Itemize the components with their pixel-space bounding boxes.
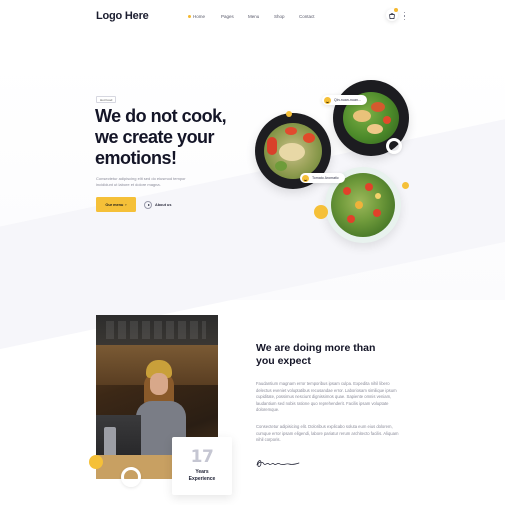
landing-page: Logo Here Home Pages Menu Shop Contact H… <box>0 0 505 505</box>
nav-pages-label: Pages <box>221 14 234 19</box>
about-title-line-2: you expect <box>256 354 311 367</box>
nav-item-menu[interactable]: Menu <box>248 14 259 19</box>
more-vertical-icon[interactable] <box>403 12 406 20</box>
site-header: Logo Here Home Pages Menu Shop Contact <box>0 0 505 34</box>
dish-label-bottom[interactable]: Tomato Aromatic <box>300 173 345 183</box>
hero-tag: Hot Food <box>96 96 117 103</box>
nav-home-label: Home <box>193 14 206 19</box>
cart-button[interactable] <box>386 8 398 21</box>
play-icon <box>144 200 152 209</box>
nav-item-shop[interactable]: Shop <box>274 14 285 19</box>
active-dot-icon <box>188 15 191 18</box>
nav-item-home[interactable]: Home <box>188 14 205 19</box>
experience-label: Experience <box>188 476 216 482</box>
smile-icon <box>302 174 309 182</box>
hero-title-line-1: We do not cook, <box>95 106 227 126</box>
dish-label-top[interactable]: Qin-nuan-nuan... <box>322 95 367 105</box>
hero-description: Consectetur adipiscing elit sed do eiusm… <box>96 176 186 187</box>
about-paragraph-1: Faudantium magnam error temporibus ipsam… <box>256 381 397 412</box>
our-menu-button[interactable]: Our menu › <box>96 197 136 212</box>
nav-item-pages[interactable]: Pages <box>221 14 234 19</box>
about-title-line-1: We are doing more than <box>256 342 376 354</box>
about-us-label: About us <box>155 202 172 207</box>
nav-shop-label: Shop <box>274 14 285 19</box>
decor-dot-4 <box>89 455 103 469</box>
about-us-button[interactable]: About us <box>144 199 171 210</box>
decor-ring-1 <box>386 138 402 154</box>
dish-label-bottom-text: Tomato Aromatic <box>312 176 339 180</box>
cart-badge <box>394 8 398 12</box>
our-menu-label: Our menu <box>105 202 124 207</box>
dish-label-top-text: Qin-nuan-nuan... <box>334 98 361 102</box>
decor-dot-3 <box>402 182 409 189</box>
hero-title-line-2: we create your <box>95 127 215 147</box>
hero-tag-label: Hot Food <box>100 98 113 102</box>
hero-title: We do not cook, we create your emotions! <box>95 106 255 169</box>
hero-title-line-3: emotions! <box>95 148 177 168</box>
decor-dot-1 <box>286 111 292 117</box>
nav-item-contact[interactable]: Contact <box>299 14 315 19</box>
arrow-right-icon: › <box>125 202 127 207</box>
site-logo[interactable]: Logo Here <box>96 10 149 22</box>
smile-icon <box>324 96 331 104</box>
nav-menu-label: Menu <box>248 14 260 19</box>
signature-image <box>256 460 300 467</box>
years-label: Years <box>195 469 209 475</box>
years-number: 17 <box>190 447 214 467</box>
about-title: We are doing more than you expect <box>256 342 406 367</box>
about-paragraph-2: Consectetur adipisicing elit. Doloribus … <box>256 424 399 442</box>
experience-card: 17 Years Experience <box>172 437 232 495</box>
decor-dot-2 <box>314 205 328 219</box>
decor-ring-2 <box>121 467 141 487</box>
nav-contact-label: Contact <box>299 14 315 19</box>
